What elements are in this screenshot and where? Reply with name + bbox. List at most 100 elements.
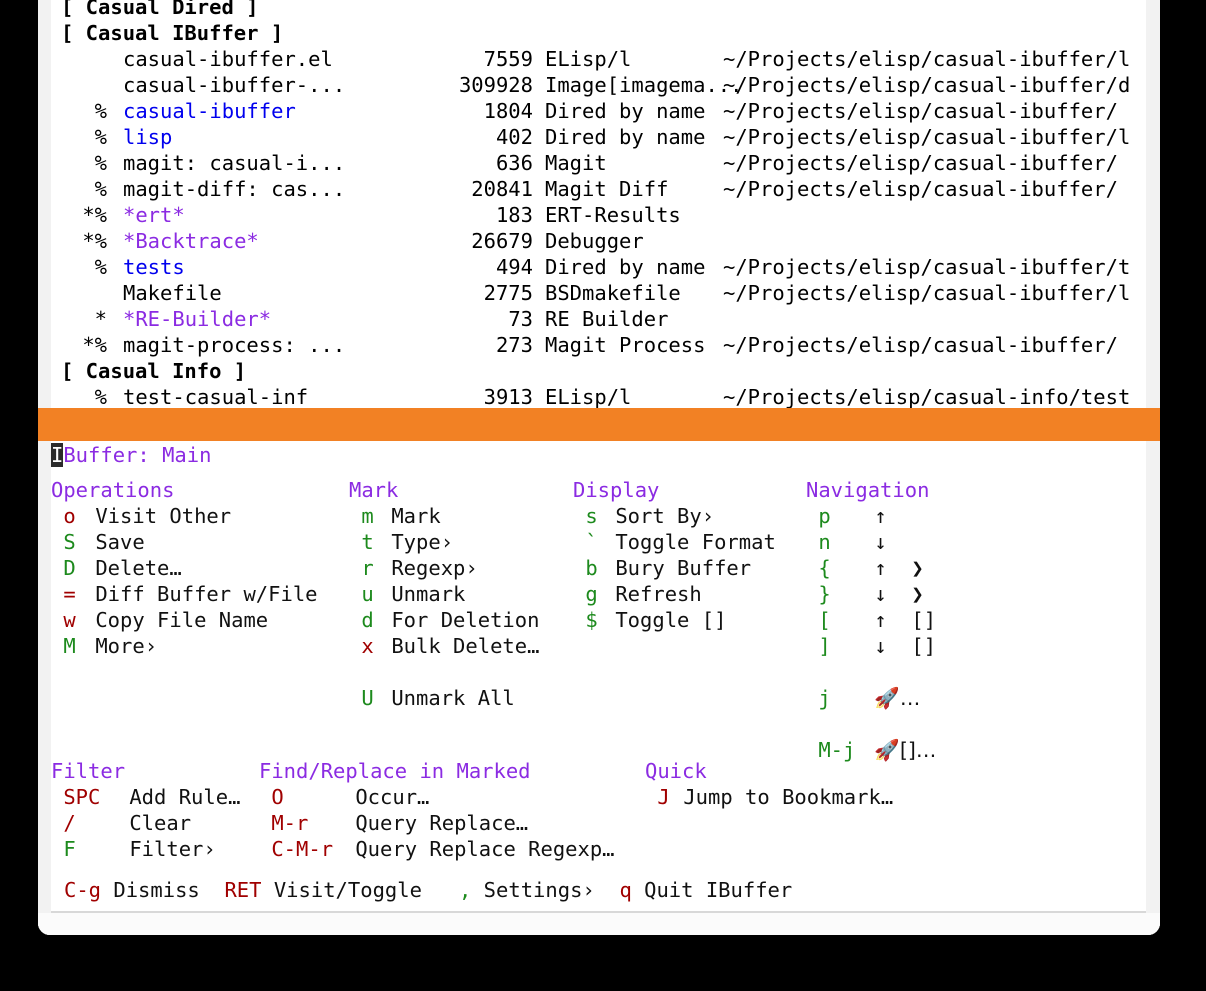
ibuffer-group-header[interactable]: [ Casual IBuffer ] — [51, 20, 1146, 46]
ibuffer-group-label: [ Casual IBuffer ] — [61, 21, 284, 45]
transient-bottom-item[interactable]: , Settings› — [459, 877, 595, 903]
transient-item[interactable]: m Mark — [349, 503, 539, 529]
ibuffer-mark: % — [94, 255, 107, 279]
ibuffer-row[interactable]: % magit-diff: cas... 20841 Magit Diff ~/Proj… — [51, 176, 1146, 202]
transient-item-key: x — [361, 634, 374, 658]
transient-item-key: n — [818, 530, 831, 554]
ibuffer-row[interactable]: % magit: casual-i... 636 Magit ~/Projects/el… — [51, 150, 1146, 176]
ibuffer-buffer-name: casual-ibuffer — [123, 99, 296, 123]
ibuffer-mark: *% — [82, 229, 107, 253]
transient-item-key: } — [818, 582, 831, 606]
ibuffer-row[interactable]: *% magit-process: ... 273 Magit Process ~/Pr… — [51, 332, 1146, 358]
transient-item[interactable]: u Unmark — [349, 581, 539, 607]
right-fringe — [1146, 0, 1160, 408]
ibuffer-filename: ~/Projects/elisp/casual-ibuffer/d — [723, 73, 1131, 97]
ibuffer-group-header[interactable]: [ Casual Info ] — [51, 358, 1146, 384]
ibuffer-buffer-name: magit-process: ... — [123, 333, 346, 357]
transient-item[interactable]: SPC Add Rule… — [51, 784, 240, 810]
ibuffer-size: 402 — [495, 125, 533, 149]
ibuffer-row[interactable]: *% *Backtrace* 26679 Debugger — [51, 228, 1146, 254]
ibuffer-row[interactable]: % test-casual-inf 3913 ELisp/l ~/Projects/el… — [51, 384, 1146, 408]
transient-item[interactable]: ] ↓ [] — [806, 633, 936, 659]
transient-item-key: { — [818, 556, 831, 580]
ibuffer-row[interactable]: % tests 494 Dired by name ~/Projects/elisp/c… — [51, 254, 1146, 280]
transient-bottom-item[interactable]: C-g Dismiss — [64, 877, 200, 903]
ibuffer-group-label: [ Casual Info ] — [61, 359, 247, 383]
transient-item[interactable]: {↑ ❯ — [806, 555, 936, 581]
transient-item[interactable]: g Refresh — [573, 581, 776, 607]
transient-item[interactable]: F Filter› — [51, 836, 240, 862]
emacs-frame: [ Casual Dired ][ Casual IBuffer ] casual… — [38, 0, 1160, 935]
transient-item[interactable]: w Copy File Name — [51, 607, 318, 633]
transient-item-key: u — [361, 582, 374, 606]
ibuffer-size: 309928 — [458, 73, 533, 97]
ibuffer-buffer-name: test-casual-inf — [123, 385, 309, 408]
transient-item[interactable]: M-r Query Replace… — [259, 810, 615, 836]
transient-bottom-item[interactable]: RET Visit/Toggle — [224, 877, 421, 903]
transient-group-heading: Display — [573, 478, 660, 502]
transient-group-operations: Operations o Visit Other S Save D Delete… =… — [51, 477, 318, 659]
ibuffer-mode: ELisp/l — [545, 47, 632, 71]
ibuffer-row[interactable]: Makefile 2775 BSDmakefile ~/Projects/elisp/… — [51, 280, 1146, 306]
transient-item-label: Add Rule… — [129, 785, 241, 809]
transient-item-key: o — [63, 504, 76, 528]
transient-item[interactable]: M More› — [51, 633, 318, 659]
transient-item-key: s — [585, 504, 598, 528]
transient-item-label: Diff Buffer w/File — [95, 582, 318, 606]
transient-item[interactable]: t Type› — [349, 529, 539, 555]
transient-item[interactable]: p ↑ — [806, 503, 936, 529]
ibuffer-buffer-name: tests — [123, 255, 185, 279]
ibuffer-rows[interactable]: [ Casual Dired ][ Casual IBuffer ] casual… — [51, 0, 1146, 408]
transient-item[interactable]: O Occur… — [259, 784, 615, 810]
ibuffer-row[interactable]: casual-ibuffer.el 7559 ELisp/l ~/Projects/e… — [51, 46, 1146, 72]
ibuffer-buffer-list-window[interactable]: [ Casual Dired ][ Casual IBuffer ] casual… — [38, 0, 1160, 408]
ibuffer-mode: BSDmakefile — [545, 281, 681, 305]
transient-item[interactable]: d For Deletion — [349, 607, 539, 633]
transient-item[interactable]: $ Toggle [] — [573, 607, 776, 633]
transient-item[interactable]: b Bury Buffer — [573, 555, 776, 581]
transient-item[interactable]: j 🚀… — [806, 685, 936, 711]
transient-item[interactable]: / Clear — [51, 810, 240, 836]
transient-group-heading: Mark — [349, 478, 399, 502]
transient-item[interactable]: J Jump to Bookmark… — [645, 784, 893, 810]
transient-item[interactable]: D Delete… — [51, 555, 318, 581]
transient-item-key: d — [361, 608, 374, 632]
transient-item[interactable]: x Bulk Delete… — [349, 633, 539, 659]
ibuffer-filename: ~/Projects/elisp/casual-ibuffer/ — [723, 151, 1118, 175]
transient-item-key: r — [361, 556, 374, 580]
ibuffer-row[interactable]: % casual-ibuffer 1804 Dired by name ~/Projec… — [51, 98, 1146, 124]
transient-item[interactable]: n ↓ — [806, 529, 936, 555]
ibuffer-filename: ~/Projects/elisp/casual-ibuffer/ — [723, 99, 1118, 123]
transient-group-heading: Navigation — [806, 478, 930, 502]
transient-item[interactable]: C-M-r Query Replace Regexp… — [259, 836, 615, 862]
transient-item[interactable]: [↑ [] — [806, 607, 936, 633]
left-fringe — [38, 0, 51, 408]
transient-bottom-item[interactable]: q Quit IBuffer — [619, 877, 792, 903]
transient-bottom-actions[interactable]: C-g Dismiss RET Visit/Toggle , Settings›… — [64, 877, 792, 903]
transient-item[interactable]: ` Toggle Format — [573, 529, 775, 555]
ibuffer-mark: % — [94, 125, 107, 149]
transient-item[interactable]: r Regexp› — [349, 555, 539, 581]
transient-item[interactable]: U Unmark All — [349, 685, 539, 711]
ibuffer-mark: % — [94, 151, 107, 175]
transient-item-label: Unmark — [391, 582, 466, 606]
transient-item[interactable]: } ↓ ❯ — [806, 581, 936, 607]
ibuffer-mode: Debugger — [545, 229, 644, 253]
ibuffer-row[interactable]: casual-ibuffer-... 309928 Image[imagema...… — [51, 72, 1146, 98]
transient-group-find-replace-in-marked: Find/Replace in Marked O Occur… M-r Query … — [259, 758, 615, 862]
ibuffer-filename: ~/Projects/elisp/casual-info/test — [723, 385, 1131, 408]
ibuffer-group-header[interactable]: [ Casual Dired ] — [51, 0, 1146, 20]
ibuffer-row[interactable]: % lisp 402 Dired by name ~/Projects/elisp/ca… — [51, 124, 1146, 150]
ibuffer-mark: * — [94, 307, 107, 331]
ibuffer-row[interactable]: * *RE-Builder* 73 RE Builder — [51, 306, 1146, 332]
transient-item[interactable]: S Save — [51, 529, 318, 555]
transient-item[interactable]: = Diff Buffer w/File — [51, 581, 318, 607]
transient-item[interactable]: s Sort By› — [573, 503, 776, 529]
transient-item-label: Query Replace Regexp… — [355, 837, 615, 861]
transient-menu-window[interactable]: IBuffer: Main Operations o Visit Other SS… — [38, 441, 1160, 935]
transient-item-key: J — [657, 785, 670, 809]
ibuffer-mode: Magit — [545, 151, 607, 175]
transient-item[interactable]: o Visit Other — [51, 503, 318, 529]
ibuffer-row[interactable]: *% *ert* 183 ERT-Results — [51, 202, 1146, 228]
